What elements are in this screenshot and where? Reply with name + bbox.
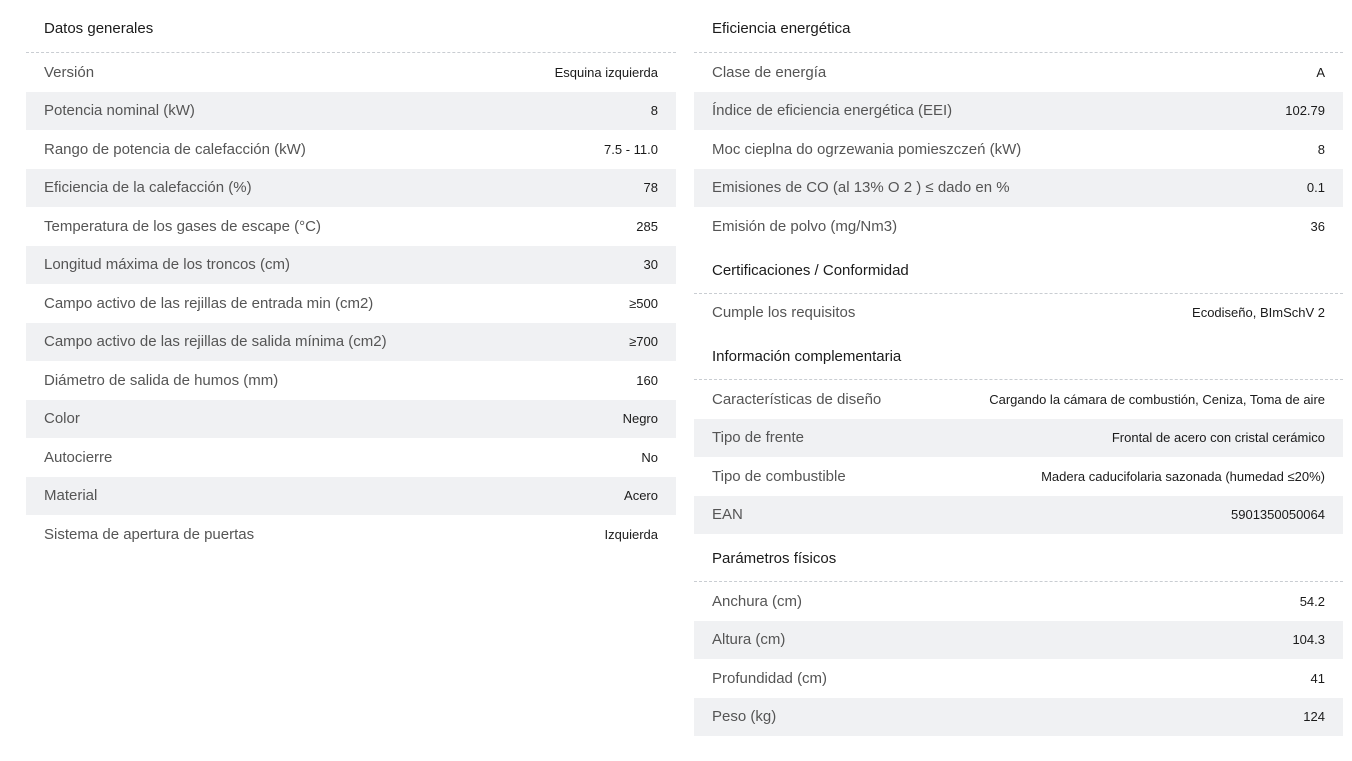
spec-value: 8 bbox=[1317, 141, 1325, 157]
spec-row: Moc cieplna do ogrzewania pomieszczeń (k… bbox=[694, 130, 1343, 169]
spec-label: Profundidad (cm) bbox=[712, 669, 828, 687]
spec-label: Emisión de polvo (mg/Nm3) bbox=[712, 217, 898, 235]
spec-label: Campo activo de las rejillas de salida m… bbox=[44, 333, 387, 351]
spec-row: Sistema de apertura de puertas Izquierda bbox=[26, 515, 676, 554]
spec-row: Emisiones de CO (al 13% O 2 ) ≤ dado en … bbox=[694, 168, 1343, 207]
spec-value: 30 bbox=[643, 257, 658, 273]
spec-label: Color bbox=[44, 410, 80, 428]
spec-label: Moc cieplna do ogrzewania pomieszczeń (k… bbox=[712, 140, 1022, 158]
spec-value: 41 bbox=[1310, 670, 1325, 686]
spec-row: Potencia nominal (kW) 8 bbox=[26, 91, 676, 130]
spec-label: Potencia nominal (kW) bbox=[44, 102, 195, 120]
energy-efficiency-list: Clase de energía A Índice de eficiencia … bbox=[694, 53, 1343, 246]
spec-row: Profundidad (cm) 41 bbox=[694, 659, 1343, 698]
section-title-energy-efficiency: Eficiencia energética bbox=[694, 0, 1343, 53]
spec-value: 78 bbox=[643, 180, 658, 196]
spec-row: Campo activo de las rejillas de salida m… bbox=[26, 322, 676, 361]
spec-label: Diámetro de salida de humos (mm) bbox=[44, 371, 279, 389]
complementary-info-list: Características de diseño Cargando la cá… bbox=[694, 380, 1343, 534]
spec-value: Madera caducifolaria sazonada (humedad ≤… bbox=[1041, 468, 1325, 484]
spec-value: Negro bbox=[622, 411, 658, 427]
spec-row: Cumple los requisitos Ecodiseño, BImSchV… bbox=[694, 294, 1343, 333]
spec-value: 8 bbox=[650, 103, 658, 119]
spec-row: Anchura (cm) 54.2 bbox=[694, 582, 1343, 621]
spec-row: Autocierre No bbox=[26, 438, 676, 477]
spec-row: Clase de energía A bbox=[694, 53, 1343, 92]
spec-value: Cargando la cámara de combustión, Ceniza… bbox=[989, 391, 1325, 407]
spec-value: No bbox=[641, 449, 658, 465]
spec-value: ≥700 bbox=[629, 334, 658, 350]
spec-label: Tipo de frente bbox=[712, 429, 804, 447]
spec-label: Cumple los requisitos bbox=[712, 304, 856, 322]
general-data-list: Versión Esquina izquierda Potencia nomin… bbox=[26, 53, 676, 554]
spec-row: Índice de eficiencia energética (EEI) 10… bbox=[694, 91, 1343, 130]
spec-label: EAN bbox=[712, 506, 743, 524]
spec-label: Clase de energía bbox=[712, 63, 827, 81]
spec-row: Rango de potencia de calefacción (kW) 7.… bbox=[26, 130, 676, 169]
spec-label: Altura (cm) bbox=[712, 631, 786, 649]
spec-row: Características de diseño Cargando la cá… bbox=[694, 380, 1343, 419]
spec-row: Tipo de combustible Madera caducifolaria… bbox=[694, 457, 1343, 496]
spec-value: 285 bbox=[636, 218, 658, 234]
spec-label: Índice de eficiencia energética (EEI) bbox=[712, 102, 953, 120]
spec-row: Peso (kg) 124 bbox=[694, 697, 1343, 736]
spec-row: Diámetro de salida de humos (mm) 160 bbox=[26, 361, 676, 400]
spec-value: Ecodiseño, BImSchV 2 bbox=[1192, 305, 1325, 321]
spec-value: 5901350050064 bbox=[1231, 507, 1325, 523]
section-title-physical-params: Parámetros físicos bbox=[694, 534, 1343, 582]
spec-value: A bbox=[1316, 64, 1325, 80]
spec-label: Autocierre bbox=[44, 448, 113, 466]
specs-right-panel: Eficiencia energética Clase de energía A… bbox=[694, 0, 1343, 736]
spec-row: Eficiencia de la calefacción (%) 78 bbox=[26, 168, 676, 207]
spec-label: Temperatura de los gases de escape (°C) bbox=[44, 217, 321, 235]
spec-label: Emisiones de CO (al 13% O 2 ) ≤ dado en … bbox=[712, 179, 1010, 197]
spec-value: Esquina izquierda bbox=[554, 64, 658, 80]
spec-value: 124 bbox=[1303, 709, 1325, 725]
spec-value: 54.2 bbox=[1299, 593, 1325, 609]
section-title-certifications: Certificaciones / Conformidad bbox=[694, 246, 1343, 294]
spec-value: Frontal de acero con cristal cerámico bbox=[1111, 430, 1325, 446]
spec-label: Peso (kg) bbox=[712, 708, 777, 726]
spec-label: Rango de potencia de calefacción (kW) bbox=[44, 140, 306, 158]
spec-label: Longitud máxima de los troncos (cm) bbox=[44, 256, 290, 274]
spec-value: ≥500 bbox=[629, 295, 658, 311]
spec-value: Izquierda bbox=[604, 526, 658, 542]
spec-row: Emisión de polvo (mg/Nm3) 36 bbox=[694, 207, 1343, 246]
spec-value: 0.1 bbox=[1306, 180, 1325, 196]
spec-label: Campo activo de las rejillas de entrada … bbox=[44, 294, 374, 312]
spec-label: Material bbox=[44, 487, 98, 505]
spec-label: Anchura (cm) bbox=[712, 592, 803, 610]
spec-label: Sistema de apertura de puertas bbox=[44, 525, 255, 543]
spec-row: Campo activo de las rejillas de entrada … bbox=[26, 284, 676, 323]
spec-row: Tipo de frente Frontal de acero con cris… bbox=[694, 418, 1343, 457]
spec-value: Acero bbox=[624, 488, 658, 504]
spec-label: Eficiencia de la calefacción (%) bbox=[44, 179, 252, 197]
spec-value: 7.5 - 11.0 bbox=[604, 141, 658, 157]
spec-label: Características de diseño bbox=[712, 390, 882, 408]
section-title-complementary-info: Información complementaria bbox=[694, 332, 1343, 380]
spec-value: 160 bbox=[636, 372, 658, 388]
spec-row: Versión Esquina izquierda bbox=[26, 53, 676, 92]
spec-row: Altura (cm) 104.3 bbox=[694, 620, 1343, 659]
physical-params-list: Anchura (cm) 54.2 Altura (cm) 104.3 Prof… bbox=[694, 582, 1343, 736]
spec-row: Material Acero bbox=[26, 476, 676, 515]
certifications-list: Cumple los requisitos Ecodiseño, BImSchV… bbox=[694, 294, 1343, 333]
general-data-panel: Datos generales Versión Esquina izquierd… bbox=[26, 0, 676, 554]
spec-value: 102.79 bbox=[1285, 103, 1325, 119]
spec-value: 104.3 bbox=[1292, 632, 1325, 648]
section-title-general-data: Datos generales bbox=[26, 0, 676, 53]
spec-row: Temperatura de los gases de escape (°C) … bbox=[26, 207, 676, 246]
spec-value: 36 bbox=[1310, 218, 1325, 234]
spec-label: Tipo de combustible bbox=[712, 467, 846, 485]
spec-row: Color Negro bbox=[26, 399, 676, 438]
spec-row: Longitud máxima de los troncos (cm) 30 bbox=[26, 245, 676, 284]
spec-row: EAN 5901350050064 bbox=[694, 495, 1343, 534]
spec-label: Versión bbox=[44, 63, 95, 81]
